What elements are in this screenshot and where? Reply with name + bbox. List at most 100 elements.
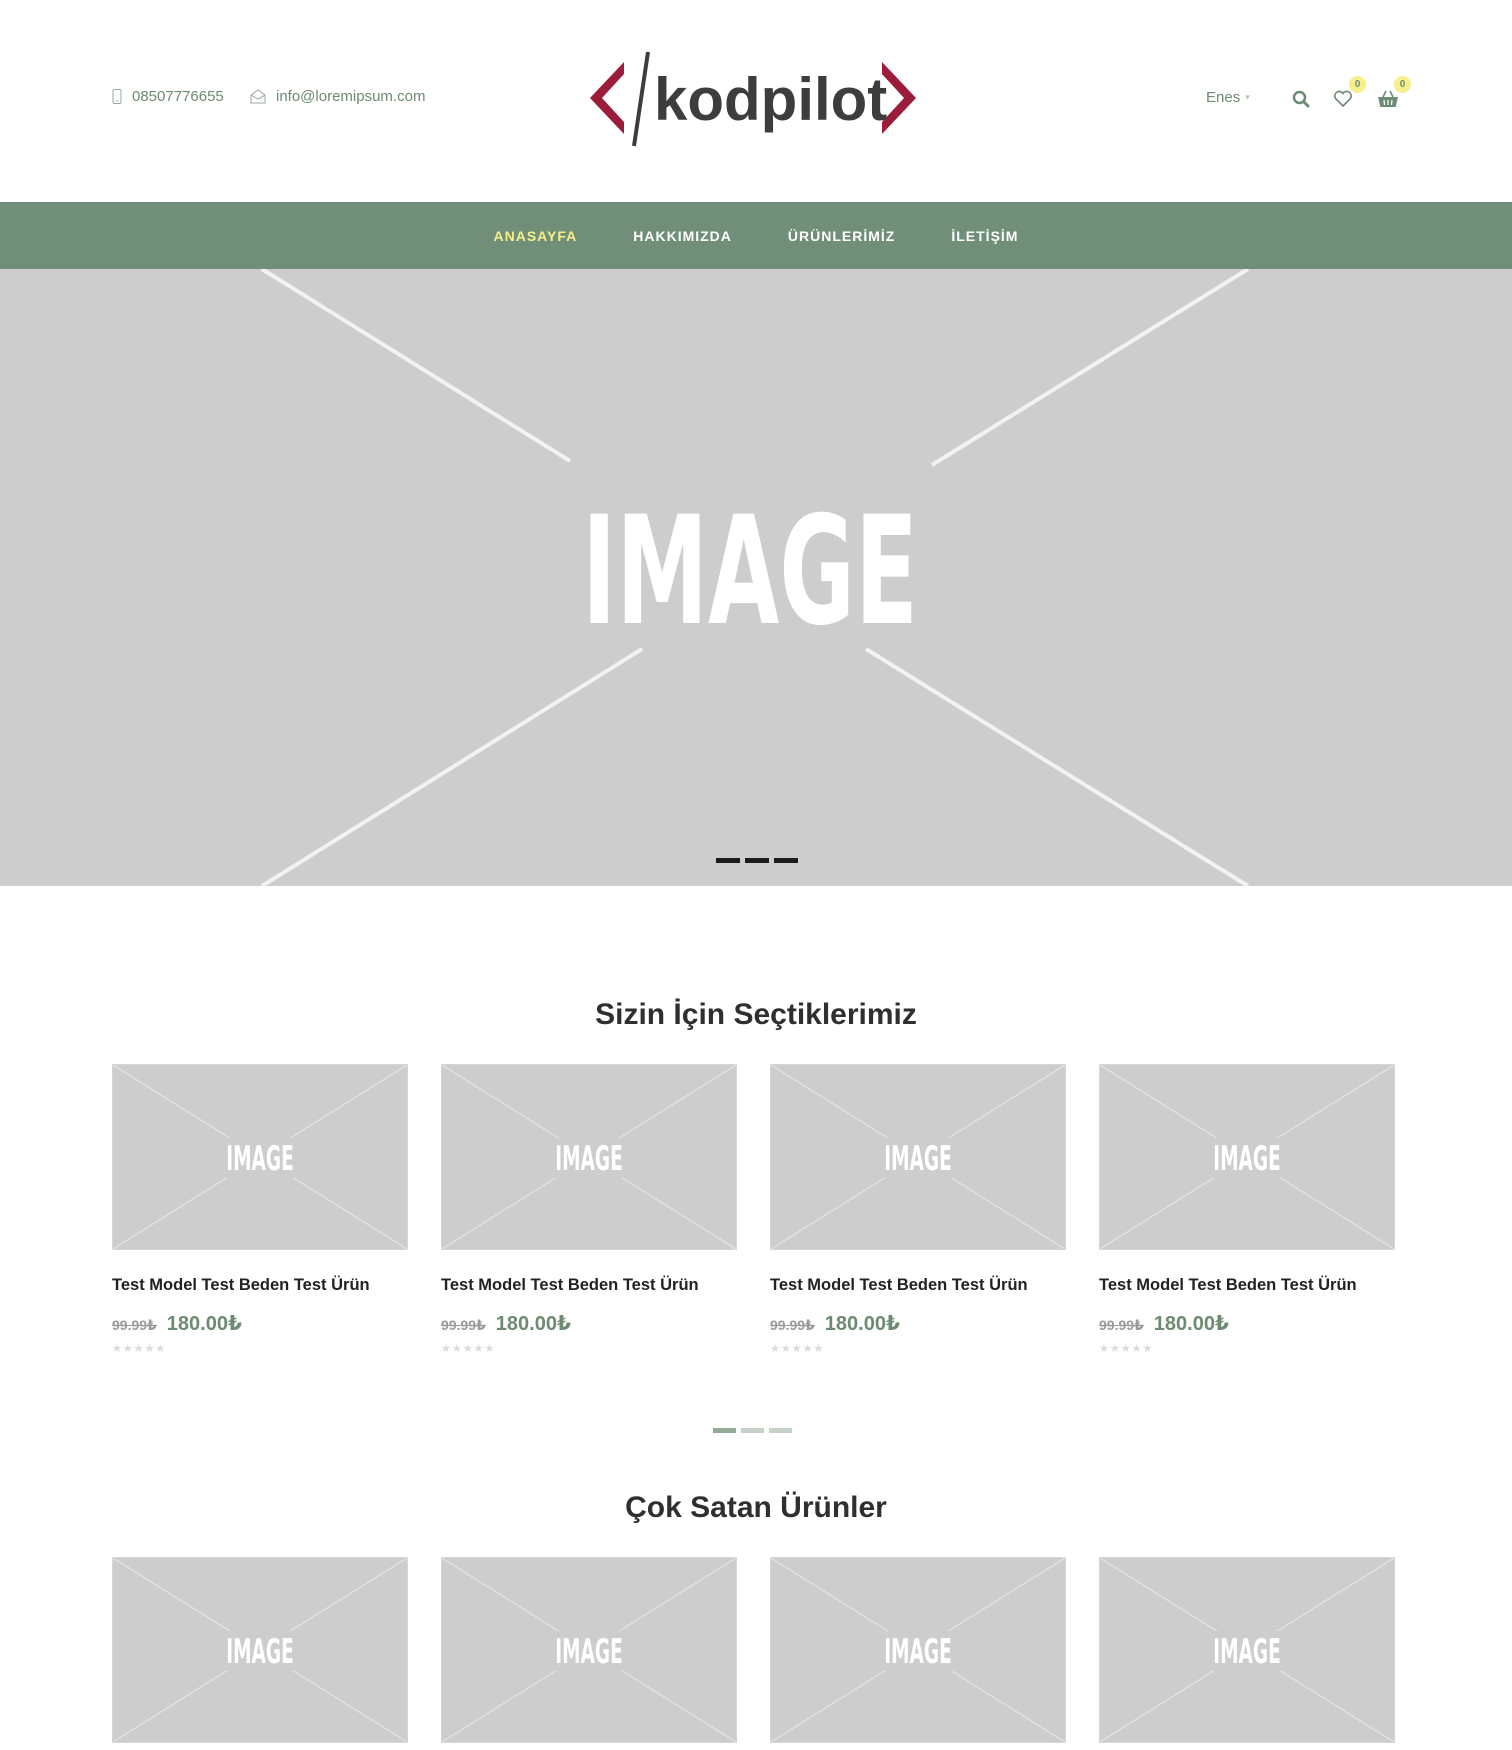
product-card[interactable]: IMAGE: [770, 1557, 1066, 1743]
product-prices: 99.99₺ 180.00₺: [441, 1311, 737, 1336]
product-prices: 99.99₺ 180.00₺: [770, 1311, 1066, 1336]
featured-products: IMAGE Test Model Test Beden Test Ürün 99…: [112, 1064, 1395, 1355]
product-image[interactable]: IMAGE: [770, 1557, 1066, 1743]
slider-dot[interactable]: [741, 1428, 764, 1433]
star-icon: ★: [441, 1343, 451, 1355]
hero-dot[interactable]: [745, 858, 769, 863]
search-button[interactable]: [1288, 86, 1314, 112]
featured-pagination: [713, 1428, 792, 1433]
hero-pagination: [716, 858, 798, 863]
star-icon: ★: [112, 1343, 122, 1355]
product-prices: 99.99₺ 180.00₺: [112, 1311, 408, 1336]
product-card[interactable]: IMAGE: [1099, 1557, 1395, 1743]
site-header: 08507776655 info@loremipsum.com kodpilot…: [0, 0, 1512, 202]
star-icon: ★: [451, 1343, 462, 1355]
chevron-down-icon: ▾: [1245, 92, 1250, 102]
hero-dot[interactable]: [716, 858, 740, 863]
product-prices: 99.99₺ 180.00₺: [1099, 1311, 1395, 1336]
section-title-featured: Sizin İçin Seçtiklerimiz: [595, 998, 917, 1031]
product-image[interactable]: IMAGE: [441, 1557, 737, 1743]
site-logo[interactable]: kodpilot: [586, 48, 926, 150]
star-icon: ★: [484, 1343, 495, 1355]
star-icon: ★: [1120, 1343, 1131, 1355]
old-price: 99.99₺: [770, 1317, 815, 1333]
star-icon: ★: [122, 1343, 133, 1355]
nav-item-hakkimizda[interactable]: HAKKIMIZDA: [633, 228, 732, 244]
svg-text:IMAGE: IMAGE: [555, 1632, 623, 1671]
svg-text:IMAGE: IMAGE: [884, 1139, 952, 1178]
star-icon: ★: [791, 1343, 802, 1355]
product-name[interactable]: Test Model Test Beden Test Ürün: [441, 1276, 737, 1295]
phone-number: 08507776655: [132, 88, 224, 105]
slider-dot[interactable]: [769, 1428, 792, 1433]
star-icon: ★: [133, 1343, 144, 1355]
price: 180.00₺: [166, 1313, 242, 1335]
product-card[interactable]: IMAGE Test Model Test Beden Test Ürün 99…: [770, 1064, 1066, 1355]
bestseller-products: IMAGE IMAGE IMAGE IMAGE: [112, 1557, 1395, 1743]
nav-item-urunlerimiz[interactable]: ÜRÜNLERİMİZ: [788, 228, 895, 244]
svg-text:IMAGE: IMAGE: [1213, 1139, 1281, 1178]
star-icon: ★: [144, 1343, 155, 1355]
product-image[interactable]: IMAGE: [770, 1064, 1066, 1250]
product-card[interactable]: IMAGE Test Model Test Beden Test Ürün 99…: [441, 1064, 737, 1355]
product-image[interactable]: IMAGE: [112, 1064, 408, 1250]
cart-button[interactable]: 0: [1375, 76, 1411, 112]
svg-text:IMAGE: IMAGE: [884, 1632, 952, 1671]
product-image[interactable]: IMAGE: [1099, 1557, 1395, 1743]
mail-icon: [250, 89, 266, 104]
svg-text:IMAGE: IMAGE: [226, 1139, 294, 1178]
hero-placeholder-image: IMAGE: [260, 269, 1250, 886]
hero-slider[interactable]: IMAGE: [0, 269, 1512, 886]
slider-dot[interactable]: [713, 1428, 736, 1433]
product-image[interactable]: IMAGE: [1099, 1064, 1395, 1250]
price: 180.00₺: [1153, 1313, 1229, 1335]
kodpilot-logo: kodpilot: [590, 51, 916, 147]
nav-item-iletisim[interactable]: İLETİŞİM: [951, 228, 1018, 244]
header-phone[interactable]: 08507776655: [112, 88, 224, 105]
star-icon: ★: [1131, 1343, 1142, 1355]
main-nav: ANASAYFA HAKKIMIZDA ÜRÜNLERİMİZ İLETİŞİM: [0, 202, 1512, 269]
phone-icon: [112, 89, 122, 104]
svg-text:IMAGE: IMAGE: [226, 1632, 294, 1671]
cart-count-badge: 0: [1394, 76, 1411, 93]
old-price: 99.99₺: [1099, 1317, 1144, 1333]
product-image[interactable]: IMAGE: [112, 1557, 408, 1743]
hero-dot[interactable]: [774, 858, 798, 863]
product-image[interactable]: IMAGE: [441, 1064, 737, 1250]
product-card[interactable]: IMAGE Test Model Test Beden Test Ürün 99…: [1099, 1064, 1395, 1355]
product-card[interactable]: IMAGE Test Model Test Beden Test Ürün 99…: [112, 1064, 408, 1355]
rating-stars: ★ ★ ★ ★ ★: [1099, 1344, 1395, 1355]
star-icon: ★: [155, 1343, 166, 1355]
heart-icon: [1333, 90, 1353, 107]
rating-stars: ★ ★ ★ ★ ★: [441, 1344, 737, 1355]
star-icon: ★: [1099, 1343, 1109, 1355]
star-icon: ★: [780, 1343, 791, 1355]
star-icon: ★: [473, 1343, 484, 1355]
user-menu[interactable]: Enes ▾: [1206, 89, 1250, 106]
basket-icon: [1378, 90, 1398, 107]
header-email[interactable]: info@loremipsum.com: [250, 88, 425, 105]
product-card[interactable]: IMAGE: [441, 1557, 737, 1743]
product-name[interactable]: Test Model Test Beden Test Ürün: [1099, 1276, 1395, 1295]
search-icon: [1292, 90, 1310, 108]
nav-item-anasayfa[interactable]: ANASAYFA: [494, 228, 578, 244]
svg-text:kodpilot: kodpilot: [654, 66, 887, 133]
star-icon: ★: [813, 1343, 824, 1355]
wishlist-count-badge: 0: [1349, 76, 1366, 93]
section-title-bestsellers: Çok Satan Ürünler: [625, 1491, 887, 1524]
product-name[interactable]: Test Model Test Beden Test Ürün: [770, 1276, 1066, 1295]
svg-text:IMAGE: IMAGE: [555, 1139, 623, 1178]
user-name: Enes: [1206, 89, 1241, 106]
star-icon: ★: [802, 1343, 813, 1355]
price: 180.00₺: [495, 1313, 571, 1335]
wishlist-button[interactable]: 0: [1330, 76, 1366, 112]
product-card[interactable]: IMAGE: [112, 1557, 408, 1743]
old-price: 99.99₺: [441, 1317, 486, 1333]
svg-text:IMAGE: IMAGE: [1213, 1632, 1281, 1671]
rating-stars: ★ ★ ★ ★ ★: [112, 1344, 408, 1355]
product-name[interactable]: Test Model Test Beden Test Ürün: [112, 1276, 408, 1295]
svg-text:IMAGE: IMAGE: [582, 485, 918, 659]
star-icon: ★: [770, 1343, 780, 1355]
price: 180.00₺: [824, 1313, 900, 1335]
rating-stars: ★ ★ ★ ★ ★: [770, 1344, 1066, 1355]
